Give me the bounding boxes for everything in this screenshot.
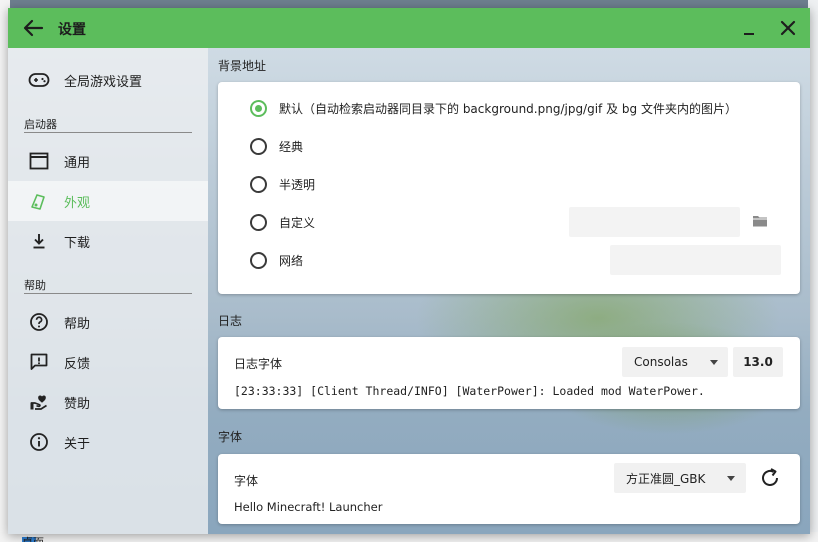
sidebar-item-general[interactable]: 通用 — [8, 141, 208, 181]
log-font-label: 日志字体 — [234, 357, 283, 371]
network-url-input[interactable] — [610, 245, 781, 275]
donate-heart-icon — [28, 391, 50, 413]
background-section-title: 背景地址 — [218, 59, 267, 73]
arrow-left-icon — [23, 19, 44, 37]
radio-label: 经典 — [279, 139, 304, 154]
radio-button-checked[interactable] — [250, 99, 267, 117]
log-font-select[interactable]: Consolas — [622, 347, 728, 377]
sidebar-item-donate[interactable]: 赞助 — [8, 382, 208, 422]
info-icon — [28, 431, 50, 453]
font-section-title: 字体 — [218, 430, 243, 444]
background-option-default[interactable]: 默认（自动检索启动器同目录下的 background.png/jpg/gif 及… — [250, 97, 737, 119]
reset-font-button[interactable] — [758, 466, 782, 490]
radio-button[interactable] — [250, 175, 267, 193]
palette-icon — [28, 190, 50, 212]
font-card: 字体 方正准圆_GBK Hello Minecraft! Launcher — [218, 454, 800, 524]
refresh-icon — [762, 468, 778, 486]
radio-label: 默认（自动检索启动器同目录下的 background.png/jpg/gif 及… — [279, 101, 737, 116]
sidebar-item-about[interactable]: 关于 — [8, 422, 208, 462]
log-card: 日志字体 Consolas 13.0 [23:33:33] [Client Th… — [218, 337, 800, 409]
launcher-group-label: 启动器 — [24, 118, 57, 131]
divider — [24, 132, 192, 133]
help-group-label: 帮助 — [24, 279, 46, 292]
radio-label: 网络 — [279, 253, 304, 268]
close-icon — [780, 20, 796, 36]
settings-window: 设置 全局游戏设置 启动器 通用 外观 下载 帮助 帮助 反馈 赞助 关于 背景… — [8, 8, 810, 534]
help-circle-icon — [28, 311, 50, 333]
sidebar-item-label: 外观 — [64, 195, 91, 211]
sidebar-item-label: 全局游戏设置 — [64, 74, 143, 90]
sidebar-item-global-game-settings[interactable]: 全局游戏设置 — [8, 60, 208, 100]
radio-button[interactable] — [250, 251, 267, 269]
sidebar-item-label: 下载 — [64, 235, 91, 251]
background-option-classic[interactable]: 经典 — [250, 135, 303, 157]
folder-browse-button[interactable] — [752, 213, 772, 231]
font-preview-text: Hello Minecraft! Launcher — [234, 500, 383, 514]
title-bar: 设置 — [8, 8, 810, 48]
radio-label: 自定义 — [279, 215, 316, 230]
background-option-network[interactable]: 网络 — [250, 249, 303, 271]
sidebar-item-feedback[interactable]: 反馈 — [8, 342, 208, 382]
sidebar-item-label: 通用 — [64, 155, 91, 171]
minimize-icon — [744, 33, 754, 35]
custom-path-input[interactable] — [569, 207, 740, 237]
minimize-button[interactable] — [740, 20, 758, 38]
sidebar-item-label: 帮助 — [64, 316, 91, 332]
log-font-size-input[interactable]: 13.0 — [733, 347, 783, 377]
log-font-value: Consolas — [634, 355, 688, 369]
window-icon — [28, 150, 50, 172]
chevron-down-icon — [727, 476, 735, 481]
log-preview-text: [23:33:33] [Client Thread/INFO] [WaterPo… — [234, 384, 705, 398]
divider — [24, 293, 192, 294]
window-title: 设置 — [58, 22, 86, 38]
font-value: 方正准圆_GBK — [626, 471, 706, 486]
background-option-translucent[interactable]: 半透明 — [250, 173, 315, 195]
sidebar-item-label: 反馈 — [64, 356, 91, 372]
folder-icon — [753, 216, 767, 227]
log-section-title: 日志 — [218, 314, 243, 328]
radio-button[interactable] — [250, 213, 267, 231]
font-label: 字体 — [234, 474, 259, 488]
sidebar: 全局游戏设置 启动器 通用 外观 下载 帮助 帮助 反馈 赞助 关于 — [8, 48, 208, 534]
close-button[interactable] — [778, 18, 798, 38]
sidebar-item-label: 赞助 — [64, 396, 91, 412]
feedback-icon — [28, 351, 50, 373]
sidebar-item-label: 关于 — [64, 436, 91, 452]
sidebar-item-appearance[interactable]: 外观 — [8, 181, 208, 221]
sidebar-item-help[interactable]: 帮助 — [8, 302, 208, 342]
chevron-down-icon — [710, 360, 718, 365]
radio-label: 半透明 — [279, 177, 316, 192]
radio-button[interactable] — [250, 137, 267, 155]
download-icon — [28, 230, 50, 252]
desktop-label: 桌面 — [22, 534, 44, 542]
background-option-custom[interactable]: 自定义 — [250, 211, 315, 233]
gamepad-icon — [28, 69, 50, 91]
sidebar-item-download[interactable]: 下载 — [8, 221, 208, 261]
background-card: 默认（自动检索启动器同目录下的 background.png/jpg/gif 及… — [218, 82, 800, 294]
back-button[interactable] — [22, 18, 44, 38]
font-select[interactable]: 方正准圆_GBK — [614, 463, 746, 493]
